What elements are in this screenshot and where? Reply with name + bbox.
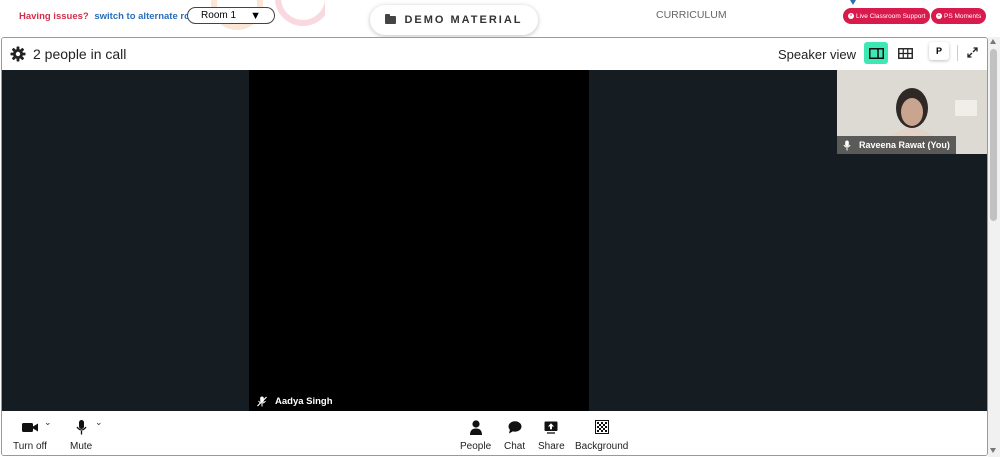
people-count: 2 people in call [33, 46, 127, 62]
self-name: Raveena Rawat (You) [859, 140, 950, 150]
share-screen-icon [544, 419, 558, 435]
person-icon [469, 419, 482, 435]
microphone-icon [76, 419, 87, 435]
call-header: 2 people in call Speaker view P [2, 38, 987, 70]
camera-toggle-button[interactable]: Turn off [13, 419, 47, 452]
people-button[interactable]: People [460, 419, 491, 452]
gear-icon[interactable] [10, 46, 26, 62]
background-label: Background [575, 441, 629, 452]
video-camera-icon [21, 419, 38, 435]
mute-button[interactable]: Mute [70, 419, 92, 452]
p-button[interactable]: P [929, 42, 949, 60]
main-speaker-name: Aadya Singh [275, 396, 333, 407]
live-support-label: Live Classroom Support [856, 12, 926, 20]
call-toolbar: Turn off ⌄ Mute ⌄ People Chat Share Back… [2, 411, 987, 455]
mic-off-icon [257, 396, 267, 407]
view-mode-label: Speaker view [778, 47, 857, 62]
mic-options-chevron-icon[interactable]: ⌄ [95, 417, 103, 428]
header-divider [957, 45, 958, 61]
share-button[interactable]: Share [538, 419, 565, 452]
folder-icon [385, 14, 397, 24]
scrollbar-thumb[interactable] [990, 49, 997, 221]
room-select[interactable]: Room 1 ▼ [187, 7, 275, 24]
people-label: People [460, 441, 492, 452]
chat-label: Chat [504, 441, 526, 452]
self-video-tile[interactable]: Raveena Rawat (You) [837, 70, 987, 154]
connection-help: Having issues? switch to alternate room [19, 11, 204, 22]
curriculum-link[interactable]: CURRICULUM [656, 9, 727, 21]
speaker-view-icon [868, 47, 884, 59]
room-select-value: Room 1 [201, 10, 237, 21]
call-panel: 2 people in call Speaker view P Aadya Si… [1, 37, 988, 456]
main-speaker-name-tag: Aadya Singh [257, 396, 333, 407]
scroll-down-arrow-icon[interactable] [990, 448, 996, 453]
pointer-marker [850, 0, 856, 5]
expand-icon [966, 46, 978, 58]
ps-moments-button[interactable]: + PS Moments [931, 8, 987, 24]
camera-options-chevron-icon[interactable]: ⌄ [44, 417, 52, 428]
scroll-up-arrow-icon[interactable] [990, 39, 996, 44]
fullscreen-button[interactable] [962, 42, 982, 62]
speaker-view-button[interactable] [864, 42, 888, 64]
main-speaker-video[interactable]: Aadya Singh [249, 70, 589, 411]
mute-label: Mute [70, 441, 93, 452]
page-scrollbar[interactable] [988, 37, 1000, 457]
chat-bubble-icon [508, 419, 522, 435]
camera-toggle-label: Turn off [13, 441, 47, 452]
close-circle-icon: × [848, 13, 854, 19]
share-label: Share [538, 441, 565, 452]
issues-text: Having issues? [19, 11, 89, 22]
grid-view-button[interactable] [893, 42, 917, 64]
ps-moments-label: PS Moments [944, 12, 982, 20]
grid-icon [897, 47, 913, 59]
demo-material-button[interactable]: DEMO MATERIAL [370, 5, 538, 35]
demo-material-label: DEMO MATERIAL [404, 14, 523, 26]
chat-button[interactable]: Chat [504, 419, 525, 452]
caret-down-icon: ▼ [250, 9, 261, 22]
mic-icon [843, 140, 851, 150]
background-blur-icon [594, 419, 609, 435]
live-support-button[interactable]: × Live Classroom Support [843, 8, 931, 24]
background-button[interactable]: Background [575, 419, 628, 452]
self-name-tag: Raveena Rawat (You) [837, 136, 956, 154]
video-stage: Aadya Singh Raveena Rawat (You) [2, 70, 987, 411]
plus-circle-icon: + [936, 13, 942, 19]
